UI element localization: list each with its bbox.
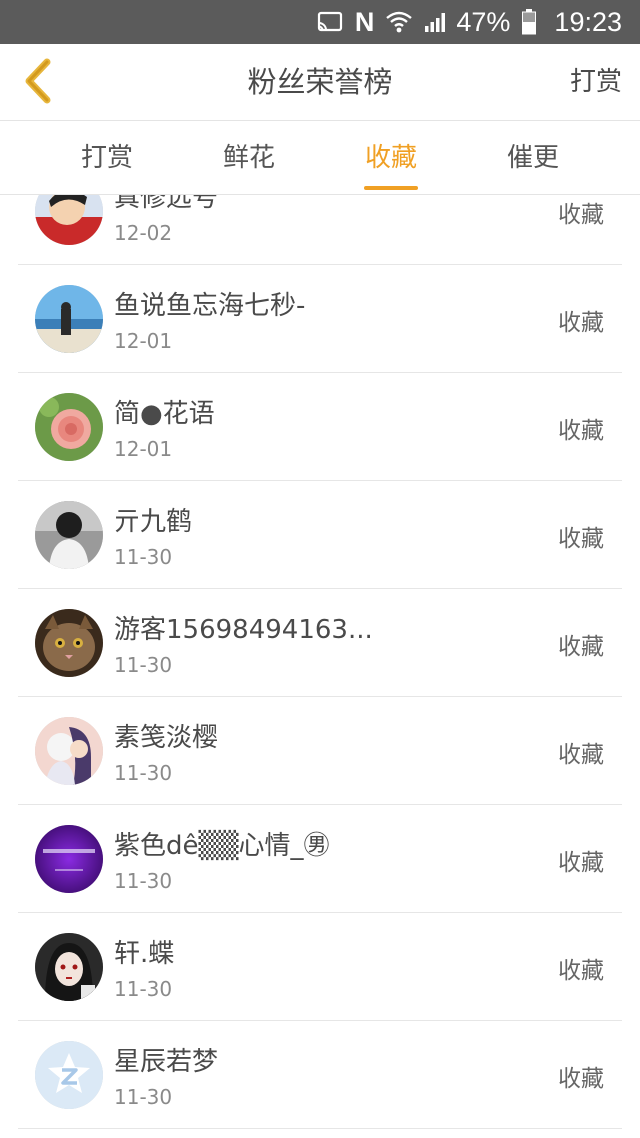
username: 亓九鹤	[114, 507, 193, 537]
battery-icon	[522, 9, 537, 35]
avatar[interactable]	[35, 285, 103, 353]
active-tab-indicator	[364, 186, 418, 190]
date: 12-01	[114, 329, 173, 353]
fan-list[interactable]: 真修远号 12-02 收藏 鱼说鱼忘海七秒- 12-01 收藏 简●花语 12-…	[0, 195, 640, 1138]
list-item[interactable]: 星辰若梦 11-30 收藏	[18, 1021, 622, 1129]
action-label: 收藏	[558, 634, 604, 660]
tab-label: 收藏	[364, 143, 417, 173]
date: 12-02	[114, 221, 173, 245]
clock: 19:23	[554, 6, 622, 37]
date: 11-30	[114, 869, 173, 893]
date: 12-01	[114, 437, 173, 461]
date: 11-30	[114, 977, 173, 1001]
list-item[interactable]: 鱼说鱼忘海七秒- 12-01 收藏	[18, 265, 622, 373]
date: 11-30	[114, 1085, 173, 1109]
back-button[interactable]	[12, 56, 62, 106]
username: 游客15698494163...	[114, 615, 373, 645]
status-bar: N 47% 19:23	[0, 0, 640, 44]
avatar[interactable]	[35, 393, 103, 461]
page-title: 粉丝荣誉榜	[247, 65, 393, 99]
action-label: 收藏	[558, 526, 604, 552]
username: 简●花语	[114, 399, 215, 429]
cast-icon	[317, 11, 343, 33]
username: 紫色dê▒▒心情_㊚	[114, 831, 330, 861]
avatar[interactable]	[35, 1041, 103, 1109]
action-label: 收藏	[558, 742, 604, 768]
wifi-icon	[386, 11, 413, 33]
tab-label: 催更	[506, 143, 559, 173]
avatar[interactable]	[35, 195, 103, 245]
list-item[interactable]: 紫色dê▒▒心情_㊚ 11-30 收藏	[18, 805, 622, 913]
action-label: 收藏	[558, 310, 604, 336]
action-label: 收藏	[558, 1066, 604, 1092]
tab-favorites[interactable]: 收藏	[320, 121, 462, 195]
tab-bar: 打赏 鲜花 收藏 催更	[0, 121, 640, 195]
tab-label: 打赏	[80, 143, 133, 173]
battery-percent: 47%	[456, 6, 511, 37]
avatar[interactable]	[35, 501, 103, 569]
username: 鱼说鱼忘海七秒-	[114, 291, 306, 321]
reward-button[interactable]: 打赏	[570, 44, 622, 121]
date: 11-30	[114, 545, 173, 569]
list-item[interactable]: 轩.蝶 11-30 收藏	[18, 913, 622, 1021]
action-label: 收藏	[558, 202, 604, 228]
app-header: 粉丝荣誉榜 打赏	[0, 44, 640, 121]
date: 11-30	[114, 653, 173, 677]
list-item[interactable]: 真修远号 12-02 收藏	[18, 195, 622, 265]
tab-reward[interactable]: 打赏	[36, 121, 178, 195]
username: 星辰若梦	[114, 1047, 219, 1077]
list-item[interactable]: 素笺淡樱 11-30 收藏	[18, 697, 622, 805]
signal-icon	[424, 11, 448, 33]
list-item[interactable]: 亓九鹤 11-30 收藏	[18, 481, 622, 589]
avatar[interactable]	[35, 609, 103, 677]
tab-label: 鲜花	[222, 143, 275, 173]
n-icon: N	[354, 6, 375, 37]
avatar[interactable]	[35, 933, 103, 1001]
username: 素笺淡樱	[114, 723, 219, 753]
username: 真修远号	[114, 195, 219, 213]
action-label: 收藏	[558, 850, 604, 876]
tab-urge-update[interactable]: 催更	[462, 121, 604, 195]
avatar[interactable]	[35, 717, 103, 785]
back-chevron-icon	[25, 58, 51, 104]
action-label: 收藏	[558, 958, 604, 984]
date: 11-30	[114, 761, 173, 785]
list-item[interactable]: 游客15698494163... 11-30 收藏	[18, 589, 622, 697]
avatar[interactable]	[35, 825, 103, 893]
username: 轩.蝶	[114, 939, 175, 969]
action-label: 收藏	[558, 418, 604, 444]
list-item[interactable]: 简●花语 12-01 收藏	[18, 373, 622, 481]
tab-flowers[interactable]: 鲜花	[178, 121, 320, 195]
